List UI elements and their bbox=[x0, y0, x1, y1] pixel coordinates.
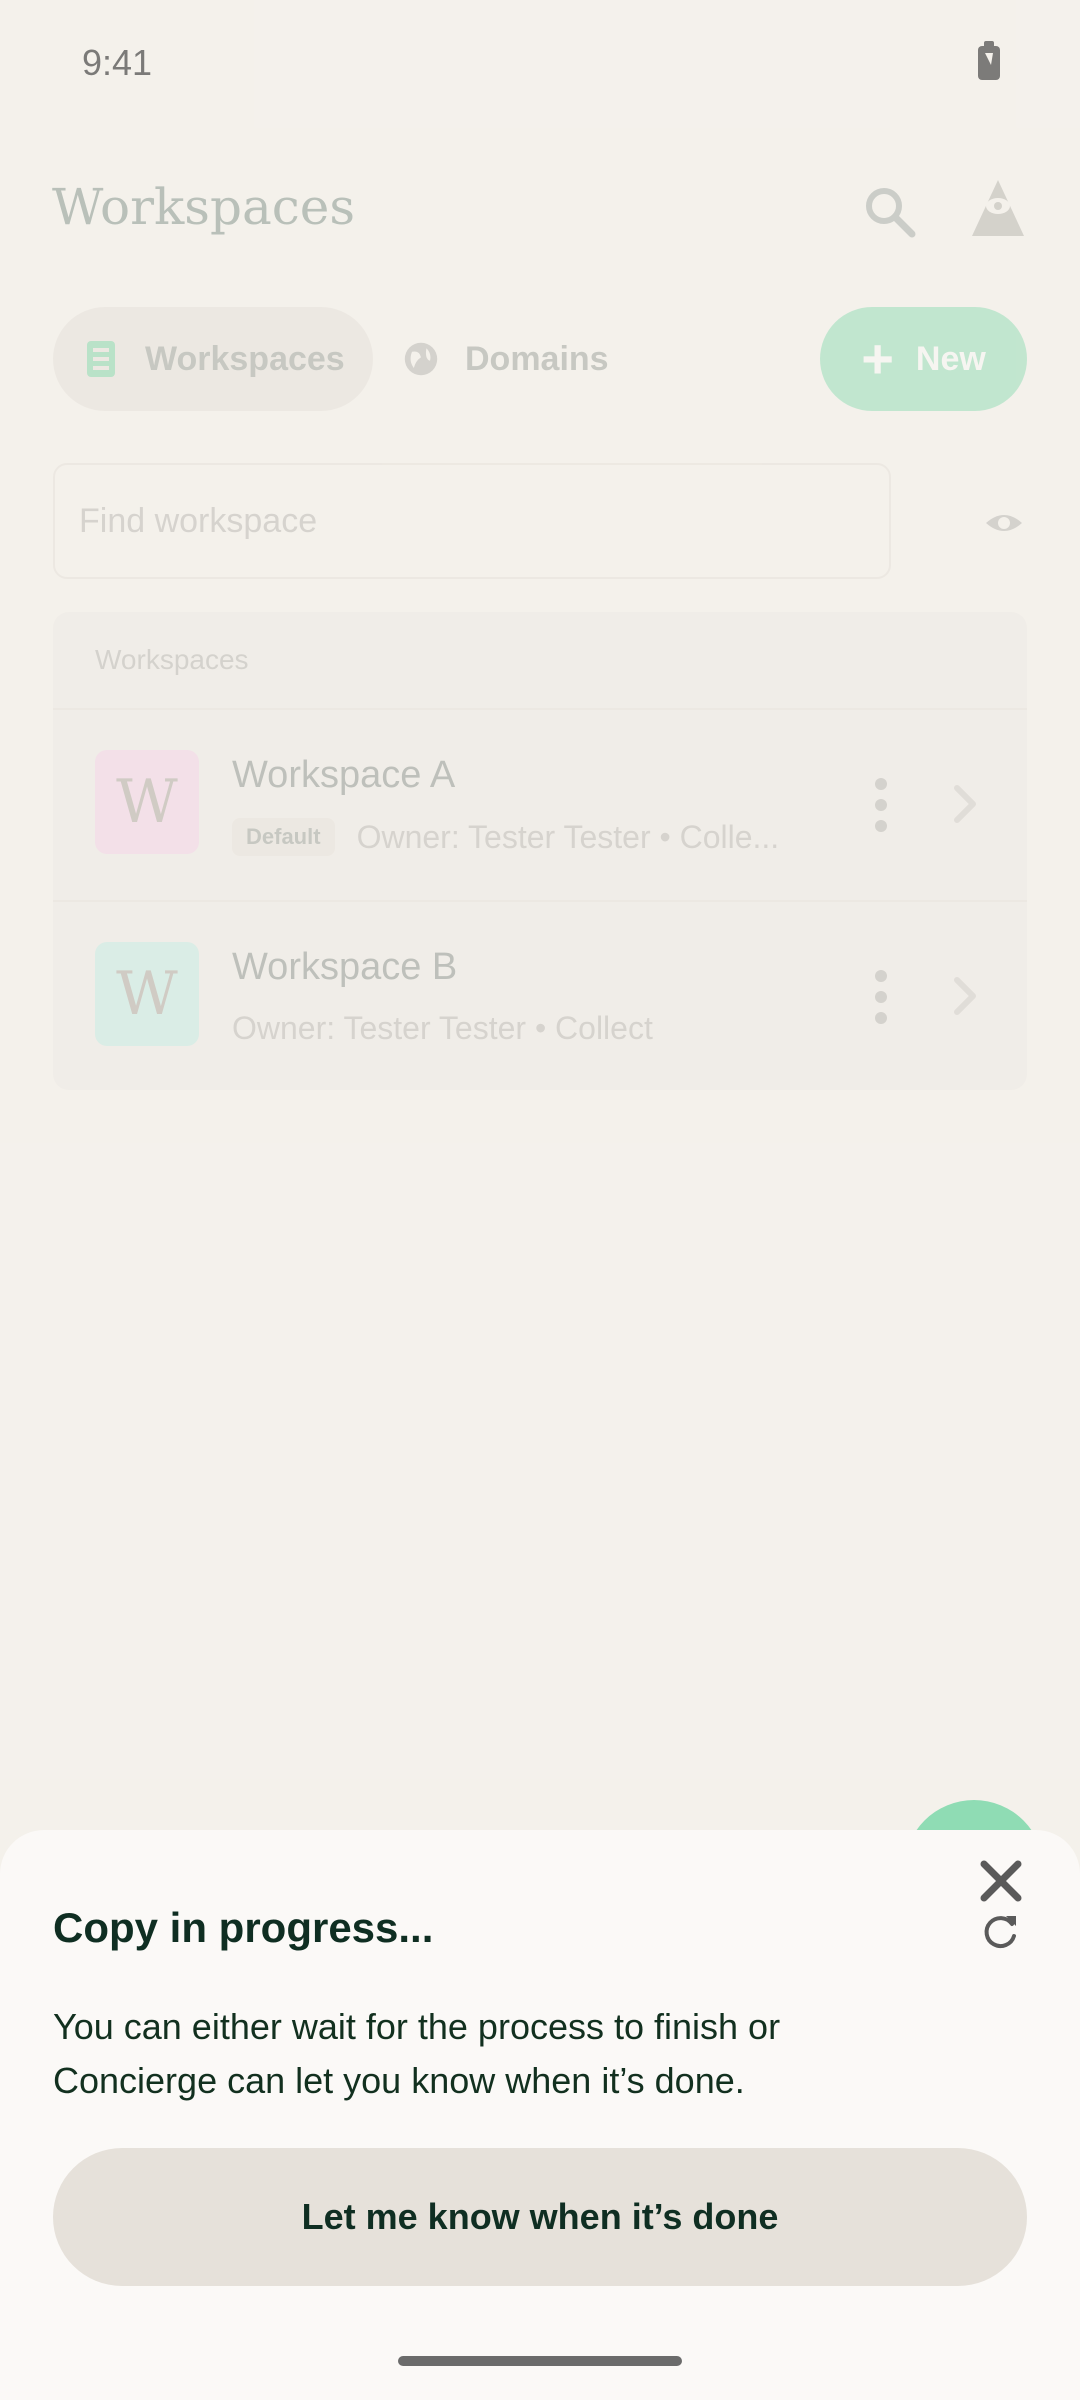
sheet-title: Copy in progress... bbox=[53, 1904, 434, 1951]
refresh-icon bbox=[984, 1916, 1016, 1949]
sheet-body: You can either wait for the process to f… bbox=[53, 2006, 781, 2101]
home-indicator bbox=[398, 2356, 682, 2366]
notify-button-label: Let me know when it’s done bbox=[301, 2196, 779, 2237]
copy-progress-sheet: Copy in progress... You can either wait … bbox=[0, 1830, 1080, 2400]
close-icon[interactable] bbox=[978, 1858, 1024, 1904]
notify-when-done-button[interactable]: Let me know when it’s done bbox=[53, 2148, 1027, 2286]
